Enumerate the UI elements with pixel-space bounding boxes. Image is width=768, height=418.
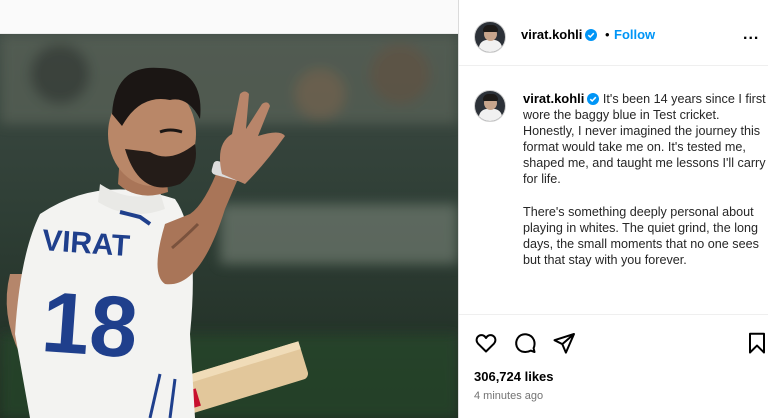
heart-icon[interactable] bbox=[474, 331, 498, 355]
separator-dot: • bbox=[605, 27, 610, 42]
post-caption: virat.kohli It's been 14 years since I f… bbox=[523, 91, 767, 268]
more-icon[interactable]: ... bbox=[743, 26, 759, 44]
caption-username[interactable]: virat.kohli bbox=[523, 91, 584, 106]
action-bar: 306,724 likes 4 minutes ago bbox=[459, 314, 768, 418]
share-icon[interactable] bbox=[552, 331, 576, 355]
verified-icon bbox=[587, 93, 600, 105]
comment-icon[interactable] bbox=[513, 331, 537, 355]
jersey-number: 18 bbox=[39, 274, 141, 376]
bookmark-icon[interactable] bbox=[745, 331, 768, 355]
jersey-name: VIRAT bbox=[41, 224, 131, 263]
verified-icon bbox=[585, 29, 598, 41]
caption-paragraph-1: virat.kohli It's been 14 years since I f… bbox=[523, 91, 767, 188]
post-timestamp[interactable]: 4 minutes ago bbox=[474, 390, 543, 402]
likes-count[interactable]: 306,724 likes bbox=[474, 369, 554, 384]
username-text[interactable]: virat.kohli bbox=[521, 27, 582, 42]
post-image: VIRAT 18 bbox=[0, 34, 458, 418]
caption-text-2: There's something deeply personal about … bbox=[523, 204, 759, 267]
post-photo[interactable]: VIRAT 18 bbox=[0, 34, 458, 418]
instagram-post-view: VIRAT 18 virat.kohli • Follow ... virat.… bbox=[0, 0, 768, 418]
post-header: virat.kohli • Follow ... bbox=[459, 8, 768, 66]
post-side-panel: virat.kohli • Follow ... virat.kohli It'… bbox=[458, 0, 768, 418]
header-username[interactable]: virat.kohli bbox=[521, 27, 598, 42]
avatar[interactable] bbox=[474, 21, 506, 53]
follow-button[interactable]: Follow bbox=[614, 27, 655, 42]
caption-text-1: It's been 14 years since I first wore th… bbox=[523, 92, 766, 187]
top-bar bbox=[0, 0, 458, 34]
caption-avatar[interactable] bbox=[474, 90, 506, 122]
